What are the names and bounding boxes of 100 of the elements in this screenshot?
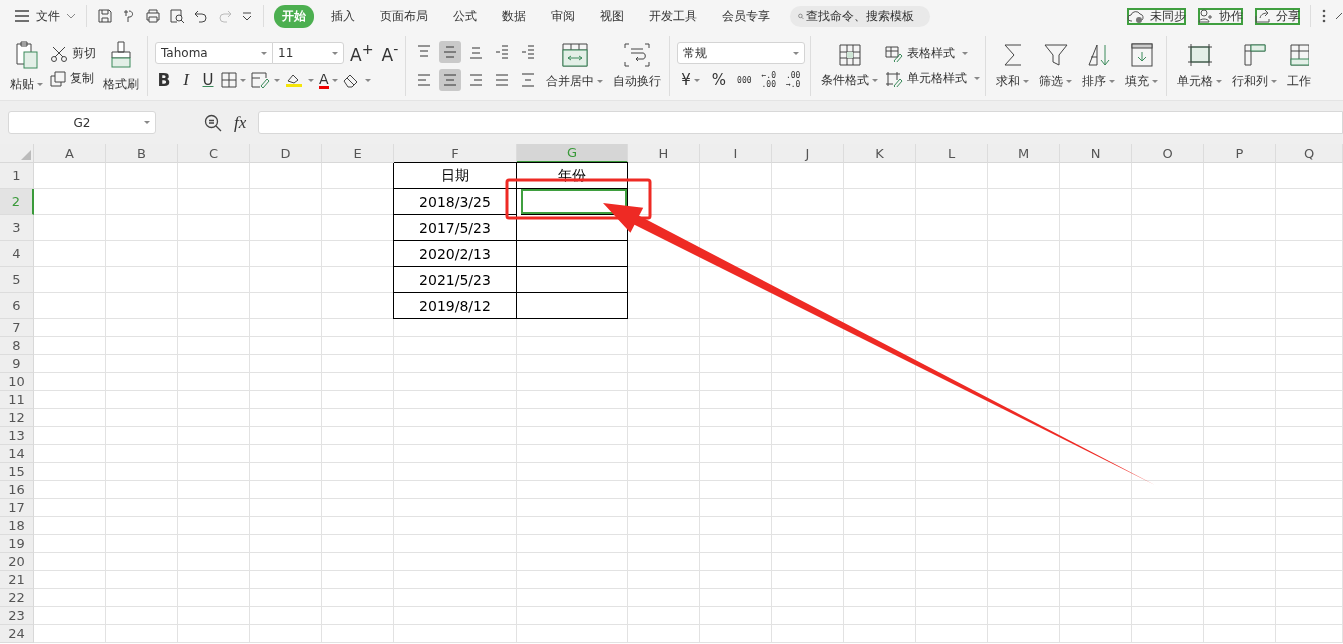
ribbon-tab[interactable]: 数据 [494, 4, 534, 28]
font-size-field[interactable]: 11 [272, 42, 344, 64]
column-header[interactable]: K [844, 144, 916, 163]
copy-button[interactable]: 复制 [50, 70, 96, 87]
save-icon[interactable] [97, 8, 113, 24]
row-header[interactable]: 8 [0, 337, 34, 355]
column-header[interactable]: D [250, 144, 322, 163]
worksheet-button[interactable]: 工作 [1284, 40, 1315, 92]
column-header[interactable]: P [1204, 144, 1276, 163]
eraser-icon[interactable] [341, 72, 372, 88]
decrease-decimal-button[interactable]: .00 →.0 [783, 70, 804, 90]
formula-input[interactable] [258, 111, 1343, 134]
row-header[interactable]: 1 [0, 163, 34, 189]
row-header[interactable]: 24 [0, 625, 34, 643]
row-header[interactable]: 13 [0, 427, 34, 445]
sort-button[interactable]: 排序 [1079, 40, 1119, 92]
conditional-format-button[interactable]: 条件格式 [818, 41, 882, 91]
increase-font-button[interactable]: A$^{+}$ [348, 43, 376, 63]
alignment-button[interactable] [439, 69, 462, 91]
row-header[interactable]: 14 [0, 445, 34, 463]
rows-columns-button[interactable]: 行和列 [1229, 40, 1281, 92]
row-header[interactable]: 23 [0, 607, 34, 625]
borders-icon[interactable] [221, 72, 247, 88]
filter-button[interactable]: 筛选 [1036, 40, 1076, 92]
column-header[interactable]: J [772, 144, 844, 163]
column-header[interactable]: M [988, 144, 1060, 163]
fill-button[interactable]: 填充 [1122, 40, 1162, 92]
print-preview-icon[interactable] [169, 8, 185, 24]
row-header[interactable]: 18 [0, 517, 34, 535]
grid-cell [628, 481, 700, 499]
merge-center-button[interactable]: 合并居中 [543, 40, 607, 92]
cell-button[interactable]: 单元格 [1174, 40, 1226, 92]
column-header[interactable]: Q [1276, 144, 1343, 163]
zoom-icon[interactable] [204, 113, 222, 132]
row-header[interactable]: 9 [0, 355, 34, 373]
ribbon-tab[interactable]: 审阅 [543, 4, 583, 28]
column-header[interactable]: O [1132, 144, 1204, 163]
underline-button[interactable]: U [199, 70, 217, 90]
ribbon-tab[interactable]: 会员专享 [714, 4, 778, 28]
decrease-font-button[interactable]: A$^{-}$ [379, 43, 401, 63]
ribbon-tab[interactable]: 页面布局 [372, 4, 436, 28]
grid-cell [700, 391, 772, 409]
file-menu[interactable]: 文件 [14, 7, 76, 25]
row-header[interactable]: 5 [0, 267, 34, 293]
row-header[interactable]: 17 [0, 499, 34, 517]
row-header[interactable]: 15 [0, 463, 34, 481]
row-header[interactable]: 7 [0, 319, 34, 337]
ribbon-tab[interactable]: 视图 [592, 4, 632, 28]
percent-button[interactable]: % [707, 70, 731, 90]
function-label[interactable]: fx [234, 112, 247, 133]
row-header[interactable]: 21 [0, 571, 34, 589]
row-header[interactable]: 4 [0, 241, 34, 267]
row-header[interactable]: 20 [0, 553, 34, 571]
row-header[interactable]: 19 [0, 535, 34, 553]
column-header[interactable]: E [322, 144, 394, 163]
row-header[interactable]: 3 [0, 215, 34, 241]
fill-color-icon[interactable] [285, 72, 315, 88]
cell-style-button[interactable]: 单元格样式 [885, 70, 981, 87]
number-format-field[interactable]: 常规 [677, 42, 806, 64]
print-icon[interactable] [145, 8, 161, 24]
search-field[interactable]: 查找命令、搜索模板 [790, 5, 930, 27]
row-header[interactable]: 12 [0, 409, 34, 427]
row-header[interactable]: 6 [0, 293, 34, 319]
bold-button[interactable]: B [155, 70, 173, 90]
name-box[interactable]: G2 [8, 111, 156, 134]
alignment-button[interactable] [439, 41, 462, 63]
font-color-button[interactable]: A [319, 70, 338, 90]
table-style-button[interactable]: 表格样式 [885, 45, 981, 62]
column-header[interactable]: N [1060, 144, 1132, 163]
italic-button[interactable]: I [177, 70, 195, 90]
thousands-separator-button[interactable]: 000 [734, 70, 755, 90]
currency-button[interactable]: ¥ [677, 70, 704, 90]
column-header[interactable]: L [916, 144, 988, 163]
column-header[interactable]: C [178, 144, 250, 163]
ribbon-tab[interactable]: 插入 [323, 4, 363, 28]
row-header[interactable]: 16 [0, 481, 34, 499]
undo-icon[interactable] [193, 8, 209, 24]
cell-fill-pencil-icon[interactable] [251, 72, 281, 88]
row-header[interactable]: 22 [0, 589, 34, 607]
column-header[interactable]: A [34, 144, 106, 163]
font-name-field[interactable]: Tahoma [155, 42, 273, 64]
dropdown-icon[interactable] [241, 10, 253, 22]
grid-cell [700, 163, 772, 189]
cut-button[interactable]: 剪切 [50, 45, 96, 62]
more-icon[interactable] [1321, 8, 1327, 24]
grid-cell [628, 535, 700, 553]
wrap-text-button[interactable]: 自动换行 [610, 40, 665, 92]
format-painter-button[interactable]: 格式刷 [100, 37, 142, 95]
ribbon-tab[interactable]: 开发工具 [641, 4, 705, 28]
row-header[interactable]: 11 [0, 391, 34, 409]
ribbon-tab[interactable]: 公式 [445, 4, 485, 28]
column-header[interactable]: I [700, 144, 772, 163]
grid-cell [988, 553, 1060, 571]
increase-decimal-button[interactable]: ←.0 .00 [758, 70, 779, 90]
paste-button[interactable]: 粘贴 [7, 37, 46, 95]
column-header[interactable]: H [628, 144, 700, 163]
sum-button[interactable]: 求和 [993, 40, 1033, 92]
alignment-lines-icon [494, 44, 511, 60]
row-header[interactable]: 10 [0, 373, 34, 391]
column-header[interactable]: B [106, 144, 178, 163]
